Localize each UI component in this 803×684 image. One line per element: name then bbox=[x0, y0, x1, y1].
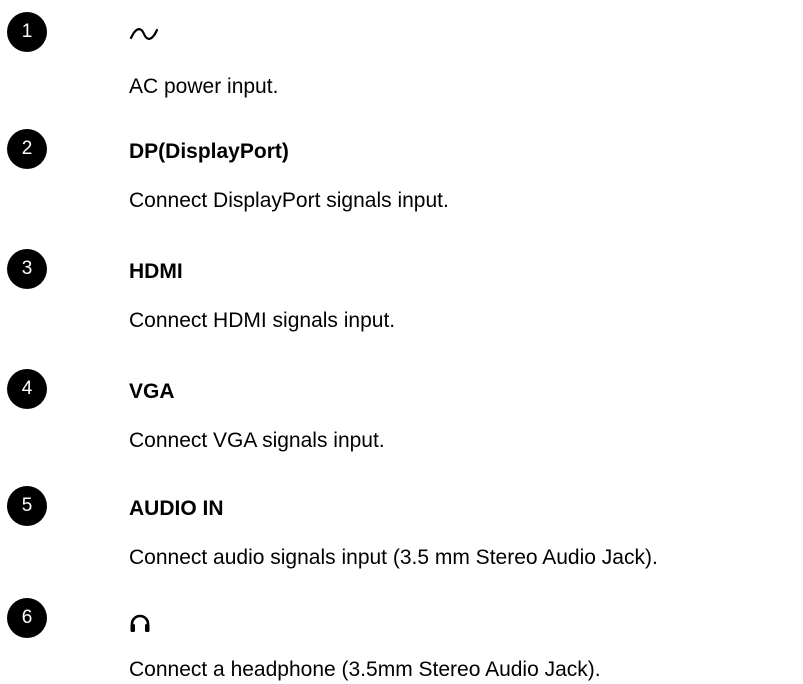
number-badge: 4 bbox=[7, 369, 47, 409]
item-description: Connect DisplayPort signals input. bbox=[129, 189, 449, 212]
number-badge: 1 bbox=[7, 12, 47, 52]
headphone-icon bbox=[130, 614, 150, 632]
number-badge: 2 bbox=[7, 129, 47, 169]
number-badge: 3 bbox=[7, 249, 47, 289]
ac-power-icon bbox=[129, 28, 159, 40]
item-description: AC power input. bbox=[129, 75, 279, 98]
item-description: Connect HDMI signals input. bbox=[129, 309, 396, 332]
item-heading: AUDIO IN bbox=[129, 497, 224, 520]
item-description: Connect a headphone (3.5mm Stereo Audio … bbox=[129, 658, 601, 681]
item-description: Connect VGA signals input. bbox=[129, 429, 385, 452]
item-heading: VGA bbox=[129, 380, 175, 403]
item-heading: HDMI bbox=[129, 260, 183, 283]
number-badge: 5 bbox=[7, 486, 47, 526]
item-heading: DP(DisplayPort) bbox=[129, 140, 289, 163]
number-badge: 6 bbox=[7, 598, 47, 638]
item-description: Connect audio signals input (3.5 mm Ster… bbox=[129, 546, 658, 569]
